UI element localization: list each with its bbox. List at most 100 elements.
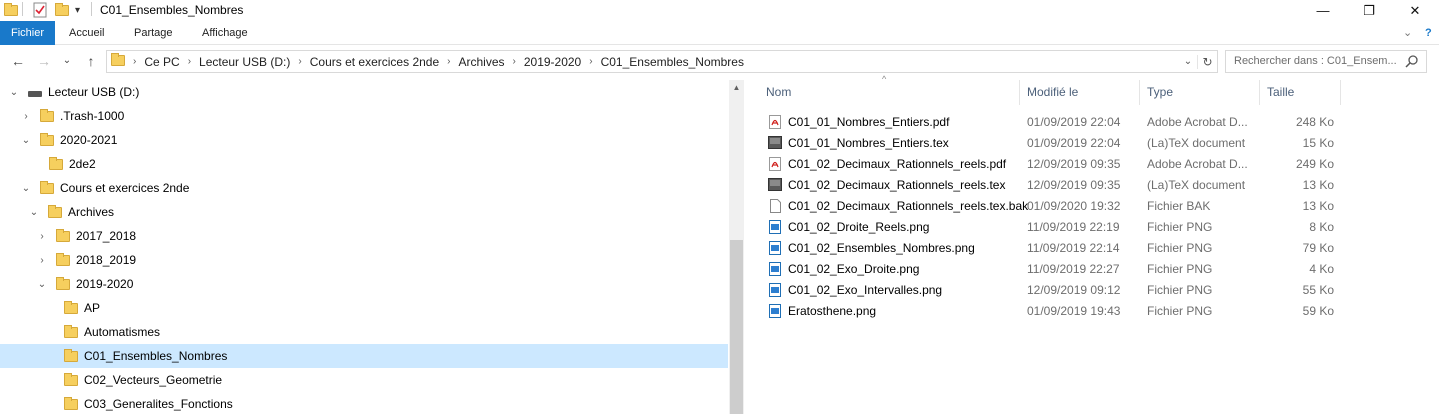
tree-item-label: Lecteur USB (D:) [48, 85, 140, 99]
file-size: 248 Ko [1295, 114, 1334, 129]
file-name: C01_02_Exo_Droite.png [788, 261, 920, 276]
breadcrumb-separator[interactable]: › [511, 56, 518, 67]
file-type: Fichier PNG [1147, 261, 1213, 276]
file-type: Fichier PNG [1147, 282, 1213, 297]
address-bar[interactable]: › Ce PC › Lecteur USB (D:) › Cours et ex… [106, 50, 1218, 73]
collapse-chevron-icon[interactable]: ⌄ [20, 135, 32, 146]
tree-item-archives[interactable]: ⌄ Archives [0, 200, 728, 224]
search-input[interactable]: Rechercher dans : C01_Ensem... [1225, 50, 1427, 73]
column-header-name[interactable]: Nom [760, 80, 1020, 105]
tree-item-label: 2018_2019 [76, 253, 137, 267]
tab-accueil[interactable]: Accueil [56, 21, 117, 45]
file-date: 11/09/2019 22:19 [1027, 219, 1120, 234]
tree-item-c02-vecteurs[interactable]: C02_Vecteurs_Geometrie [0, 368, 728, 392]
quick-access-folder-icon[interactable] [4, 2, 18, 18]
collapse-chevron-icon[interactable]: ⌄ [28, 207, 40, 218]
file-row[interactable]: C01_02_Exo_Droite.png 11/09/2019 22:27 F… [764, 258, 1344, 279]
expand-chevron-icon[interactable]: › [20, 111, 32, 122]
file-row[interactable]: C01_02_Decimaux_Rationnels_reels.tex.bak… [764, 195, 1344, 216]
breadcrumb-archives[interactable]: Archives [452, 55, 510, 69]
scrollbar-thumb[interactable] [730, 240, 743, 414]
tree-item-2017-2018[interactable]: › 2017_2018 [0, 224, 728, 248]
tree-item-lecteur-usb[interactable]: ⌄ Lecteur USB (D:) [0, 80, 728, 104]
column-header-modified[interactable]: Modifié le [1021, 80, 1140, 105]
tree-item-2020-2021[interactable]: ⌄ 2020-2021 [0, 128, 728, 152]
forward-button[interactable]: → [35, 52, 53, 70]
tree-item-2018-2019[interactable]: › 2018_2019 [0, 248, 728, 272]
expand-chevron-icon[interactable]: › [36, 231, 48, 242]
file-size: 249 Ko [1295, 156, 1334, 171]
file-row[interactable]: C01_02_Exo_Intervalles.png 12/09/2019 09… [764, 279, 1344, 300]
breadcrumb-separator[interactable]: › [296, 56, 303, 67]
help-icon[interactable]: ? [1412, 21, 1439, 45]
back-button[interactable]: ← [9, 52, 27, 70]
collapse-chevron-icon[interactable]: ⌄ [20, 183, 32, 194]
folder-icon [56, 276, 70, 290]
tree-item-cours[interactable]: ⌄ Cours et exercices 2nde [0, 176, 728, 200]
file-date: 01/09/2019 19:43 [1027, 303, 1121, 318]
file-size: 8 Ko [1309, 219, 1334, 234]
breadcrumb-separator[interactable]: › [445, 56, 452, 67]
breadcrumb-separator[interactable]: › [186, 56, 193, 67]
collapse-chevron-icon[interactable]: ⌄ [36, 279, 48, 290]
file-row[interactable]: C01_01_Nombres_Entiers.pdf 01/09/2019 22… [764, 111, 1344, 132]
file-size: 13 Ko [1302, 198, 1334, 213]
recent-locations-button[interactable]: ⌄ [58, 52, 76, 70]
address-dropdown-icon[interactable]: ⌄ [1179, 56, 1197, 67]
column-header-type[interactable]: Type [1141, 80, 1260, 105]
column-header-size[interactable]: Taille [1261, 80, 1341, 105]
tab-partage[interactable]: Partage [121, 21, 186, 45]
expand-chevron-icon[interactable]: › [36, 255, 48, 266]
tab-fichier[interactable]: Fichier [0, 21, 55, 45]
breadcrumb-2019-2020[interactable]: 2019-2020 [518, 55, 587, 69]
breadcrumb-separator[interactable]: › [587, 56, 594, 67]
file-date: 11/09/2019 22:27 [1027, 261, 1120, 276]
up-button[interactable]: ↑ [82, 52, 100, 70]
breadcrumb-cours[interactable]: Cours et exercices 2nde [304, 55, 445, 69]
tree-item-c03-generalites[interactable]: C03_Generalites_Fonctions [0, 392, 728, 416]
file-row[interactable]: C01_02_Droite_Reels.png 11/09/2019 22:19… [764, 216, 1344, 237]
refresh-icon[interactable]: ↻ [1197, 54, 1217, 69]
file-size: 4 Ko [1309, 261, 1334, 276]
close-button[interactable]: ✕ [1392, 0, 1438, 21]
file-row[interactable]: C01_01_Nombres_Entiers.tex 01/09/2019 22… [764, 132, 1344, 153]
file-row[interactable]: C01_02_Decimaux_Rationnels_reels.tex 12/… [764, 174, 1344, 195]
file-type: Fichier PNG [1147, 219, 1213, 234]
file-type: Fichier BAK [1147, 198, 1211, 213]
maximize-button[interactable]: ❐ [1346, 0, 1392, 21]
file-name: C01_01_Nombres_Entiers.tex [788, 135, 949, 150]
properties-icon[interactable] [33, 2, 47, 18]
scroll-up-icon[interactable]: ▲ [729, 80, 744, 95]
breadcrumb-lecteur-usb[interactable]: Lecteur USB (D:) [193, 55, 296, 69]
tree-item-automatismes[interactable]: Automatismes [0, 320, 728, 344]
tree-item-ap[interactable]: AP [0, 296, 728, 320]
tree-item-label: 2017_2018 [76, 229, 137, 243]
breadcrumb-separator[interactable]: › [131, 56, 138, 67]
file-type: Fichier PNG [1147, 240, 1213, 255]
customize-quick-access-icon[interactable]: ▾ [75, 2, 80, 18]
breadcrumb-ce-pc[interactable]: Ce PC [138, 55, 185, 69]
file-row[interactable]: C01_02_Ensembles_Nombres.png 11/09/2019 … [764, 237, 1344, 258]
tab-affichage[interactable]: Affichage [189, 21, 261, 45]
minimize-button[interactable]: — [1300, 0, 1346, 21]
new-folder-icon[interactable] [55, 2, 69, 18]
collapse-chevron-icon[interactable]: ⌄ [8, 87, 20, 98]
tree-item-trash[interactable]: › .Trash-1000 [0, 104, 728, 128]
tree-item-c01-ensembles-nombres[interactable]: C01_Ensembles_Nombres [0, 344, 728, 368]
tree-item-2de2[interactable]: 2de2 [0, 152, 728, 176]
file-size: 59 Ko [1302, 303, 1334, 318]
file-date: 01/09/2019 22:04 [1027, 114, 1121, 129]
toolbar-divider [22, 2, 23, 16]
address-folder-icon [111, 52, 125, 69]
folder-icon [64, 324, 78, 338]
search-icon[interactable] [1405, 54, 1419, 71]
pdf-icon [768, 114, 782, 129]
file-row[interactable]: Eratosthene.png 01/09/2019 19:43 Fichier… [764, 300, 1344, 321]
file-date: 11/09/2019 22:14 [1027, 240, 1120, 255]
tree-item-2019-2020[interactable]: ⌄ 2019-2020 [0, 272, 728, 296]
ribbon-tabs: Fichier Accueil Partage Affichage ⌄ ? [0, 21, 1439, 45]
toolbar-divider [91, 2, 92, 16]
file-row[interactable]: C01_02_Decimaux_Rationnels_reels.pdf 12/… [764, 153, 1344, 174]
navigation-scrollbar[interactable]: ▲ [729, 80, 744, 414]
breadcrumb-current-folder[interactable]: C01_Ensembles_Nombres [595, 55, 750, 69]
